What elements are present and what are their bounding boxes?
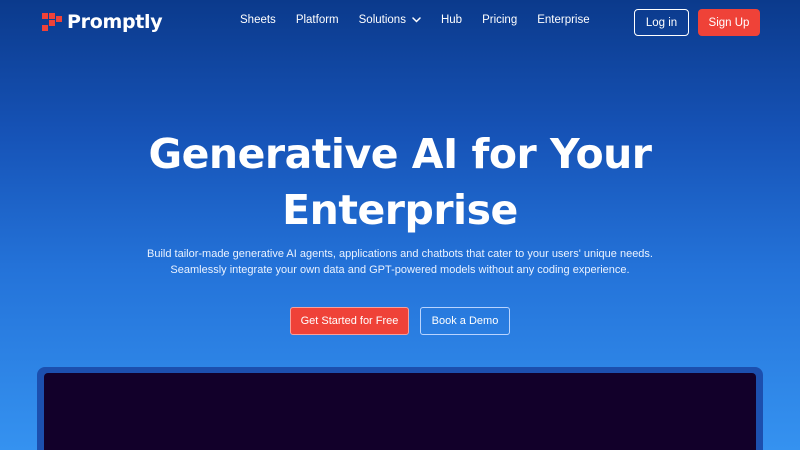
nav-item-label: Sheets — [240, 14, 276, 26]
nav-item-enterprise[interactable]: Enterprise — [537, 14, 589, 26]
nav-item-pricing[interactable]: Pricing — [482, 14, 517, 26]
hero-subtitle-line-1: Build tailor-made generative AI agents, … — [147, 248, 653, 260]
main-menu: Sheets Platform Solutions Hub Pricing En… — [240, 14, 610, 26]
top-navbar: Promptly Sheets Platform Solutions Hub P… — [0, 0, 800, 44]
product-preview-screen — [44, 373, 756, 450]
nav-item-label: Enterprise — [537, 14, 590, 26]
book-demo-button[interactable]: Book a Demo — [420, 307, 510, 335]
product-preview-frame — [37, 367, 763, 450]
chevron-down-icon — [412, 17, 421, 23]
nav-item-solutions[interactable]: Solutions — [359, 14, 421, 26]
hero-title: Generative AI for Your Enterprise — [0, 126, 800, 238]
nav-item-label: Pricing — [482, 14, 518, 26]
hero-title-line-2: Enterprise — [282, 186, 518, 234]
login-button[interactable]: Log in — [634, 9, 689, 36]
nav-item-sheets[interactable]: Sheets — [240, 14, 276, 26]
get-started-button[interactable]: Get Started for Free — [290, 307, 409, 335]
nav-item-platform[interactable]: Platform — [296, 14, 339, 26]
nav-item-label: Hub — [440, 14, 463, 26]
hero-subtitle-line-2: Seamlessly integrate your own data and G… — [170, 263, 630, 276]
hero-subtitle: Build tailor-made generative AI agents, … — [0, 247, 800, 278]
signup-button[interactable]: Sign Up — [698, 9, 760, 36]
promptly-logo-icon — [42, 13, 62, 31]
nav-item-hub[interactable]: Hub — [441, 14, 462, 26]
brand-name: Promptly — [67, 11, 163, 33]
brand-logo[interactable]: Promptly — [40, 9, 163, 35]
hero-title-line-1: Generative AI for Your — [148, 130, 652, 178]
nav-item-label: Platform — [295, 14, 339, 26]
nav-item-label: Solutions — [358, 14, 406, 26]
